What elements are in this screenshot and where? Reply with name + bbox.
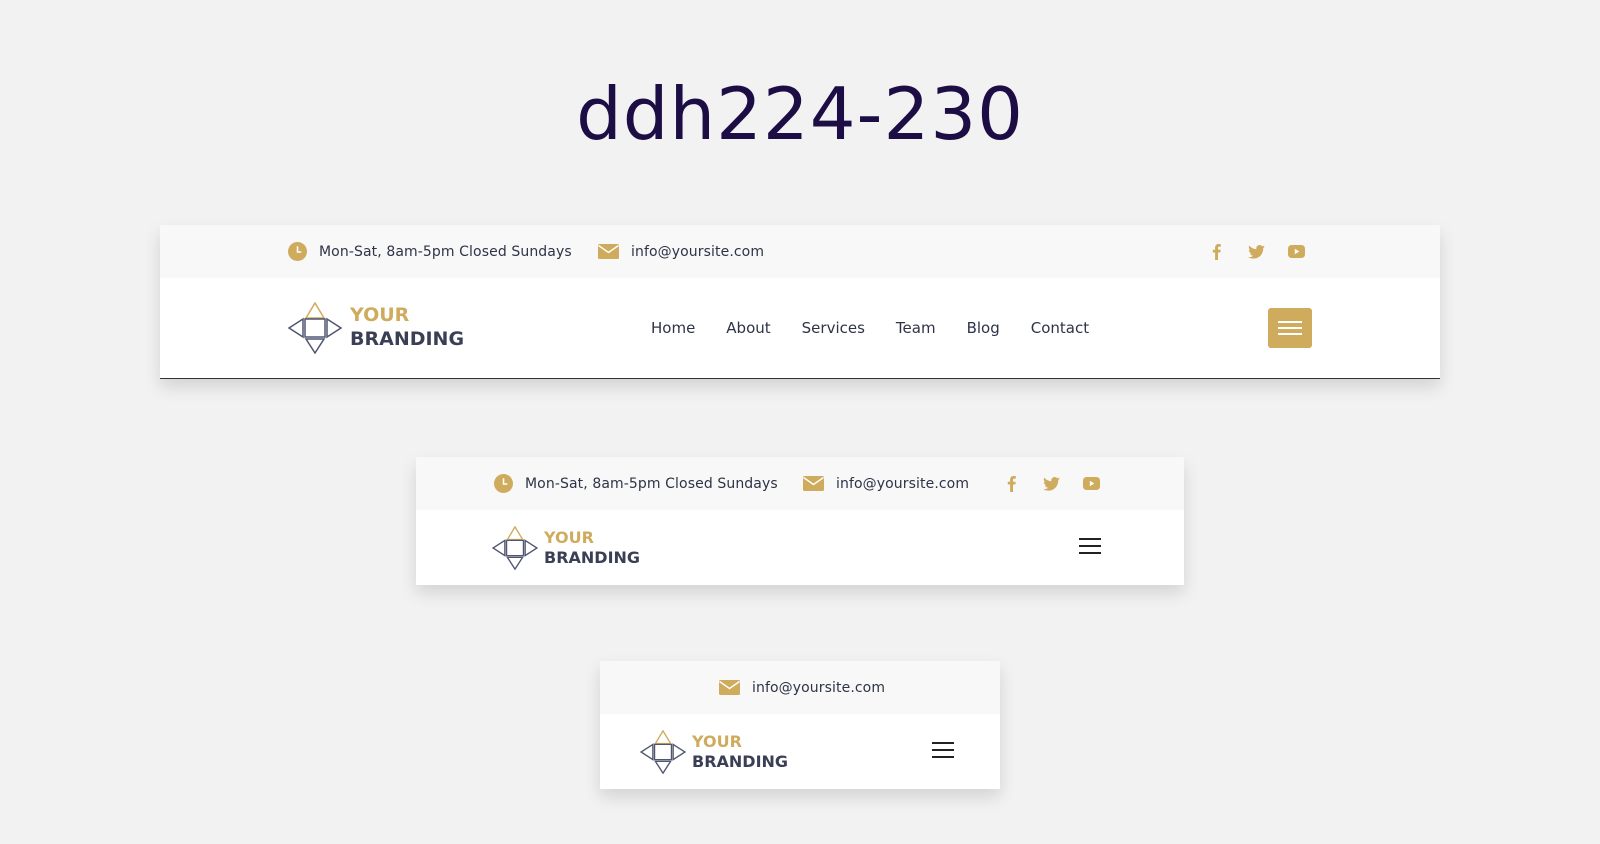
logo-mark-icon (640, 730, 686, 774)
brand-logo[interactable]: YOUR BRANDING (640, 730, 788, 774)
hamburger-icon[interactable] (932, 742, 954, 758)
page-title: ddh224-230 (576, 72, 1024, 156)
envelope-icon (598, 244, 619, 259)
email-info[interactable]: info@yoursite.com (598, 225, 764, 278)
facebook-icon[interactable] (998, 475, 1024, 492)
hours-text: Mon-Sat, 8am-5pm Closed Sundays (319, 243, 572, 260)
main-nav: Home About Services Team Blog Contact (651, 278, 1120, 378)
top-bar-mobile: info@yoursite.com (600, 661, 1000, 714)
nav-blog[interactable]: Blog (967, 319, 1000, 337)
nav-home[interactable]: Home (651, 319, 695, 337)
main-bar-tablet: YOUR BRANDING (416, 510, 1184, 585)
brand-logo[interactable]: YOUR BRANDING (288, 302, 464, 354)
envelope-icon (719, 680, 740, 695)
nav-contact[interactable]: Contact (1031, 319, 1089, 337)
hours-text: Mon-Sat, 8am-5pm Closed Sundays (525, 475, 778, 492)
hours-info-tablet: Mon-Sat, 8am-5pm Closed Sundays (494, 457, 778, 510)
brand-line2: BRANDING (544, 548, 641, 567)
email-text: info@yoursite.com (836, 475, 970, 492)
main-bar-mobile: YOUR BRANDING (600, 714, 1000, 789)
youtube-icon[interactable] (1078, 477, 1104, 490)
main-bar: YOUR BRANDING Home About Services Team B… (160, 278, 1440, 378)
twitter-icon[interactable] (1243, 244, 1269, 259)
brand-line1: YOUR (692, 732, 742, 751)
logo-mark-icon (288, 302, 342, 354)
clock-icon (288, 242, 307, 261)
top-bar-tablet: Mon-Sat, 8am-5pm Closed Sundays info@you… (416, 457, 1184, 510)
hamburger-icon[interactable] (1079, 538, 1101, 554)
top-bar: Mon-Sat, 8am-5pm Closed Sundays info@you… (160, 225, 1440, 278)
youtube-icon[interactable] (1283, 245, 1309, 258)
nav-team[interactable]: Team (896, 319, 936, 337)
envelope-icon (803, 476, 824, 491)
email-text: info@yoursite.com (631, 243, 765, 260)
logo-mark-icon (492, 526, 538, 570)
brand-logo[interactable]: YOUR BRANDING (492, 526, 640, 570)
menu-button[interactable] (1268, 308, 1312, 348)
facebook-icon[interactable] (1203, 243, 1229, 260)
email-info-tablet[interactable]: info@yoursite.com (803, 457, 969, 510)
brand-line2: BRANDING (350, 328, 465, 350)
hours-info: Mon-Sat, 8am-5pm Closed Sundays (288, 225, 572, 278)
desktop-header: Mon-Sat, 8am-5pm Closed Sundays info@you… (160, 225, 1440, 379)
email-info-mobile[interactable]: info@yoursite.com (719, 661, 885, 714)
email-text: info@yoursite.com (752, 679, 886, 696)
brand-line1: YOUR (544, 528, 594, 547)
nav-about[interactable]: About (726, 319, 770, 337)
nav-services[interactable]: Services (802, 319, 865, 337)
mobile-header: info@yoursite.com YOUR BRANDING (600, 661, 1000, 789)
clock-icon (494, 474, 513, 493)
brand-line1: YOUR (350, 304, 410, 327)
twitter-icon[interactable] (1038, 476, 1064, 491)
brand-line2: BRANDING (692, 752, 789, 771)
social-links (1203, 225, 1323, 278)
social-links-tablet (998, 457, 1118, 510)
hamburger-icon (1278, 321, 1302, 323)
tablet-header: Mon-Sat, 8am-5pm Closed Sundays info@you… (416, 457, 1184, 585)
